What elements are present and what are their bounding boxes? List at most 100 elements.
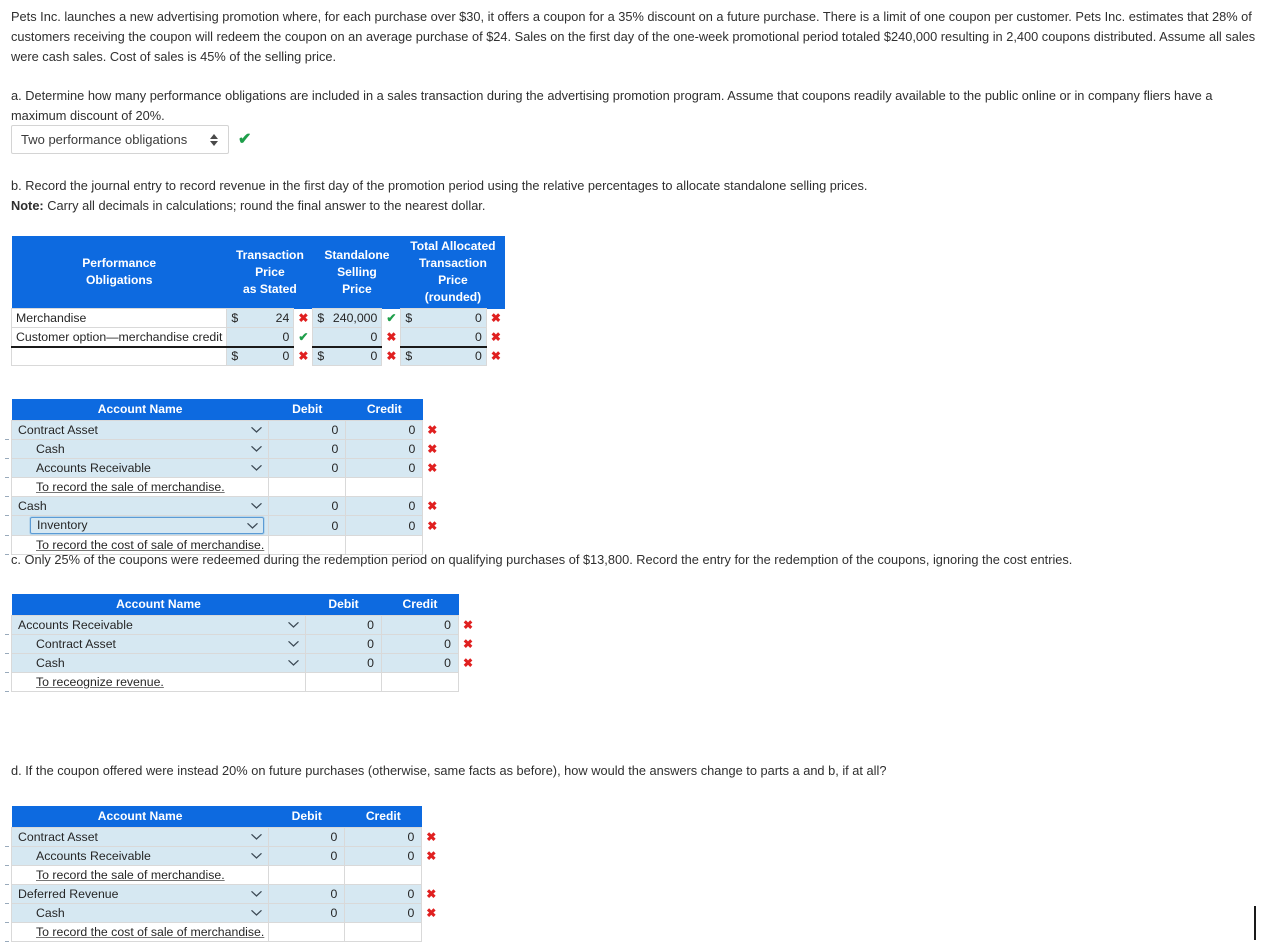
total-allocated-mark: ✖ (490, 311, 501, 325)
part-d-col-credit: Credit (344, 806, 422, 828)
problem-statement: Pets Inc. launches a new advertising pro… (11, 7, 1257, 67)
journal-debit-input[interactable]: 0 (268, 439, 347, 459)
journal-debit-input[interactable]: 0 (268, 827, 346, 847)
journal-debit-input[interactable]: 0 (305, 634, 382, 654)
part-c-journal-table: Account Name Debit Credit Accounts Recei… (11, 594, 478, 692)
row-edge-tick (5, 921, 9, 923)
journal-debit-input[interactable]: 0 (268, 458, 347, 478)
journal-debit-input[interactable]: 0 (305, 653, 382, 673)
chevron-down-icon (251, 910, 263, 916)
total-allocated-value[interactable]: 0 (416, 327, 487, 347)
account-select[interactable]: Cash (10, 439, 270, 459)
account-select[interactable]: Deferred Revenue (10, 884, 270, 904)
row-edge-tick (5, 864, 9, 866)
col-total-allocated: Total Allocated Transaction Price (rounded… (400, 236, 505, 309)
part-a-correct-icon: ✔ (238, 130, 252, 148)
text-caret (1254, 906, 1256, 940)
journal-credit-input[interactable]: 0 (345, 439, 424, 459)
journal-credit-input[interactable]: 0 (381, 615, 459, 635)
transaction-price-mark: ✖ (298, 349, 309, 363)
chevron-down-icon (251, 465, 263, 471)
row-edge-tick (5, 883, 9, 885)
journal-debit-input[interactable]: 0 (305, 615, 382, 635)
account-select[interactable]: Inventory (10, 515, 270, 536)
journal-memo[interactable]: To record the sale of merchandise. (10, 477, 270, 497)
account-select[interactable]: Contract Asset (10, 420, 270, 440)
part-d-col-debit: Debit (268, 806, 345, 828)
total-allocated-value[interactable]: 0 (416, 308, 487, 328)
journal-debit-input[interactable]: 0 (268, 903, 346, 923)
account-select-value: Cash (36, 906, 65, 920)
row-edge-tick (5, 633, 9, 635)
table-row: Contract Asset 0 0 ✖ (11, 634, 478, 654)
allocation-table: Performance Obligations Transaction Price… (10, 236, 521, 366)
chevron-down-icon (288, 622, 299, 628)
col-transaction-price: Transaction Price as Stated (226, 236, 313, 309)
account-select[interactable]: Cash (10, 496, 270, 516)
standalone-price-value[interactable]: 0 (328, 345, 383, 366)
total-allocated-currency (400, 327, 417, 347)
journal-credit-input[interactable]: 0 (381, 634, 459, 654)
chevron-down-icon (251, 503, 263, 509)
journal-mark: ✖ (427, 518, 438, 533)
journal-memo[interactable]: To record the sale of merchandise. (10, 865, 270, 885)
account-select[interactable]: Accounts Receivable (11, 615, 306, 635)
part-d-journal-table: Account Name Debit Credit Contract Asset… (10, 806, 441, 942)
part-b-question-text: b. Record the journal entry to record re… (11, 178, 868, 193)
total-allocated-value[interactable]: 0 (416, 345, 487, 366)
part-c-col-debit: Debit (305, 594, 382, 616)
standalone-price-currency: $ (312, 345, 329, 366)
part-c-col-credit: Credit (381, 594, 459, 616)
journal-credit-input[interactable]: 0 (381, 653, 459, 673)
account-select[interactable]: Accounts Receivable (10, 458, 270, 478)
performance-obligations-select[interactable]: Two performance obligations (11, 125, 229, 154)
journal-mark (422, 923, 441, 942)
journal-credit-blank (344, 922, 423, 942)
account-select[interactable]: Cash (10, 903, 270, 923)
transaction-price-value[interactable]: 24 (242, 308, 295, 328)
row-edge-tick (5, 652, 9, 654)
journal-memo[interactable]: To receognize revenue. (11, 672, 306, 692)
journal-debit-blank (268, 922, 346, 942)
journal-credit-input[interactable]: 0 (345, 496, 424, 516)
part-c-col-account: Account Name (11, 594, 306, 616)
account-select[interactable]: Contract Asset (11, 634, 306, 654)
transaction-price-value[interactable]: 0 (242, 345, 295, 366)
journal-mark (459, 673, 478, 692)
exercise-page: Pets Inc. launches a new advertising pro… (0, 0, 1261, 946)
journal-credit-input[interactable]: 0 (344, 846, 423, 866)
part-b-note-label: Note: (11, 198, 44, 213)
part-b-journal-header-row: Account Name Debit Credit (11, 399, 442, 421)
journal-debit-input[interactable]: 0 (268, 496, 347, 516)
journal-credit-input[interactable]: 0 (345, 458, 424, 478)
account-select-focused[interactable]: Inventory (30, 517, 265, 534)
account-select[interactable]: Cash (11, 653, 306, 673)
part-d-question: d. If the coupon offered were instead 20… (11, 761, 1111, 781)
journal-debit-input[interactable]: 0 (268, 846, 346, 866)
journal-debit-input[interactable]: 0 (268, 420, 347, 440)
journal-credit-input[interactable]: 0 (345, 420, 424, 440)
performance-obligation-name: Merchandise (10, 308, 228, 328)
chevron-down-icon (247, 523, 259, 529)
journal-credit-input[interactable]: 0 (344, 827, 423, 847)
col-performance-obligations: Performance Obligations (11, 236, 227, 309)
journal-debit-input[interactable]: 0 (268, 884, 346, 904)
part-c-question-text: c. Only 25% of the coupons were redeemed… (11, 552, 1073, 567)
account-select[interactable]: Contract Asset (10, 827, 270, 847)
journal-mark: ✖ (426, 849, 437, 863)
journal-credit-input[interactable]: 0 (344, 884, 423, 904)
journal-memo[interactable]: To record the cost of sale of merchandis… (10, 922, 270, 942)
row-end-spacer (505, 328, 521, 347)
row-edge-tick (5, 671, 9, 673)
standalone-price-value[interactable]: 0 (328, 327, 383, 347)
transaction-price-value[interactable]: 0 (242, 327, 295, 347)
journal-credit-input[interactable]: 0 (345, 515, 424, 536)
part-b-journal-body: Contract Asset 0 0 ✖ Cash 0 0 ✖ Accounts Receiva… (10, 420, 442, 555)
table-row: Contract Asset 0 0 ✖ (10, 827, 441, 847)
journal-credit-input[interactable]: 0 (344, 903, 423, 923)
account-select-value: Inventory (37, 518, 88, 532)
standalone-price-value[interactable]: 240,000 (328, 308, 383, 328)
journal-debit-input[interactable]: 0 (268, 515, 347, 536)
account-select-value: Cash (18, 499, 47, 513)
account-select[interactable]: Accounts Receivable (10, 846, 270, 866)
